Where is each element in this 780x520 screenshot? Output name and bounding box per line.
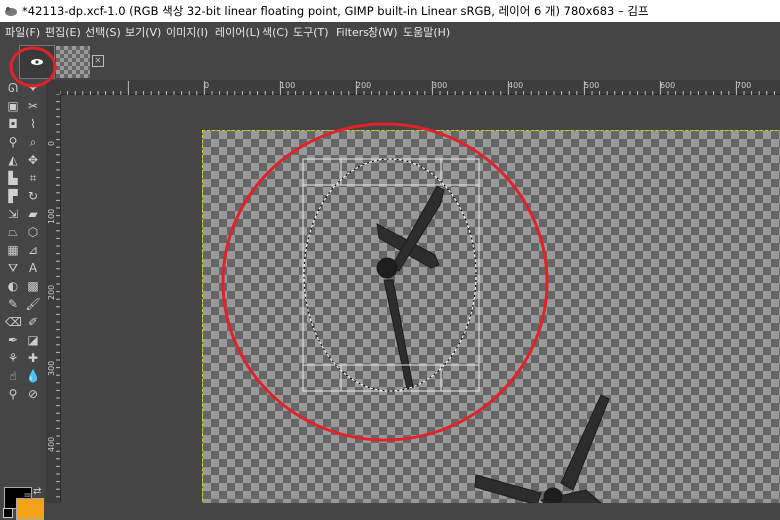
warp-transform-icon[interactable]: ▦	[5, 242, 21, 258]
menu-windows[interactable]: 창(W)	[368, 22, 398, 44]
heal-icon[interactable]: ✚	[25, 350, 41, 366]
ruler-corner-button[interactable]	[46, 80, 60, 94]
menu-file[interactable]: 파일(F)	[5, 22, 40, 44]
gimp-app-icon	[5, 7, 17, 16]
propeller-blade	[383, 279, 414, 390]
propeller-blade	[560, 394, 610, 491]
paths-icon[interactable]: ⌇	[25, 116, 41, 132]
propeller-hub	[376, 257, 398, 279]
image-tab-thumbnail-active[interactable]	[19, 45, 55, 79]
select-by-color-icon[interactable]: ▣	[5, 98, 21, 114]
ruler-left-label: 100	[47, 208, 56, 224]
menu-help[interactable]: 도움말(H)	[403, 22, 450, 44]
menu-colors[interactable]: 색(C)	[262, 22, 288, 44]
ruler-left-label: 200	[47, 284, 56, 300]
canvas-content	[302, 158, 610, 503]
ruler-left-label: 0	[47, 140, 56, 146]
blend-pattern-icon[interactable]: ▩	[25, 278, 41, 294]
ruler-top-label: 0	[204, 81, 210, 90]
airbrush-icon[interactable]: ✐	[25, 314, 41, 330]
menu-tools[interactable]: 도구(T)	[293, 22, 329, 44]
paintbrush-icon[interactable]: 🖌	[25, 296, 41, 312]
pencil-icon[interactable]: ✎	[5, 296, 21, 312]
menu-filters[interactable]: Filters	[336, 22, 369, 44]
menu-bar: 파일(F) 편집(E) 선택(S) 보기(V) 이미지(I) 레이어(L) 색(…	[0, 22, 780, 44]
image-tab-thumbnail[interactable]	[56, 46, 90, 78]
ruler-top-label: 700	[736, 81, 752, 90]
ink-icon[interactable]: ✒	[5, 332, 21, 348]
move-icon[interactable]: ✥	[25, 152, 41, 168]
close-tab-icon[interactable]: ✕	[92, 55, 104, 67]
menu-select[interactable]: 선택(S)	[85, 22, 121, 44]
menu-view[interactable]: 보기(V)	[125, 22, 161, 44]
cage-transform-icon[interactable]: ⬡	[25, 224, 41, 240]
unified-transform-icon[interactable]: ▛	[5, 188, 21, 204]
crop-icon[interactable]: ⌗	[25, 170, 41, 186]
toolbox: ᘏ ✦ ▣ ✂ ◘ ⌇ ⚲ ⌕ ◭ ✥ ▙ ⌗ ▛ ↻ ⇲ ▰ ⏢ ⬡ ▦ ⊿ …	[0, 80, 44, 520]
menu-layer[interactable]: 레이어(L)	[215, 22, 260, 44]
shear-icon[interactable]: ▰	[25, 206, 41, 222]
ruler-left-label: 300	[47, 360, 56, 376]
canvas-area[interactable]	[61, 95, 780, 503]
smudge-icon[interactable]: ☝	[5, 368, 21, 384]
toolbox-menu-icon[interactable]: ≡	[20, 488, 36, 504]
image-tab-strip: ✕	[0, 44, 780, 80]
propeller-object	[376, 185, 445, 390]
color-picker-icon[interactable]: ⚲	[5, 134, 21, 150]
propeller-hub	[543, 487, 563, 503]
menu-edit[interactable]: 편집(E)	[45, 22, 81, 44]
blur-icon[interactable]: 💧	[25, 368, 41, 384]
eraser-icon[interactable]: ⌫	[5, 314, 22, 330]
eye-icon	[31, 59, 43, 65]
handle-transform-icon[interactable]: ⊿	[25, 242, 41, 258]
burn-icon[interactable]: ⊘	[25, 386, 41, 402]
lasso-icon[interactable]: ᘏ	[5, 80, 21, 96]
window-titlebar: *42113-dp.xcf-1.0 (RGB 색상 32-bit linear …	[0, 0, 780, 22]
ruler-top-label: 600	[660, 81, 676, 90]
dodge-icon[interactable]: ⚲	[5, 386, 21, 402]
align-icon[interactable]: ▙	[5, 170, 21, 186]
ruler-top-label: 300	[432, 81, 448, 90]
ruler-top-label: 400	[508, 81, 524, 90]
fuzzy-select-icon[interactable]: ✦	[25, 80, 41, 96]
propeller-object-2	[474, 394, 610, 503]
ruler-top-label: 500	[584, 81, 600, 90]
measure-icon[interactable]: ◭	[5, 152, 21, 168]
scissors-icon[interactable]: ✂	[25, 98, 41, 114]
rotate-icon[interactable]: ↻	[25, 188, 41, 204]
clone-icon[interactable]: ⚘	[5, 350, 21, 366]
ruler-top-label: 200	[356, 81, 372, 90]
ruler-top-label: 100	[280, 81, 296, 90]
window-title: *42113-dp.xcf-1.0 (RGB 색상 32-bit linear …	[22, 4, 649, 18]
propeller-blade	[474, 474, 542, 503]
bucket-fill-icon[interactable]: ⛛	[5, 260, 21, 276]
perspective-icon[interactable]: ⏢	[5, 224, 21, 240]
scale-icon[interactable]: ⇲	[5, 206, 21, 222]
zoom-icon[interactable]: ⌕	[25, 134, 41, 150]
menu-image[interactable]: 이미지(I)	[166, 22, 208, 44]
gradient-icon[interactable]: ◐	[5, 278, 21, 294]
text-icon[interactable]: A	[25, 260, 41, 276]
mypaint-brush-icon[interactable]: ◪	[25, 332, 41, 348]
ruler-left-label: 400	[47, 436, 56, 452]
reset-colors-icon[interactable]	[3, 508, 13, 518]
foreground-select-icon[interactable]: ◘	[5, 116, 21, 132]
